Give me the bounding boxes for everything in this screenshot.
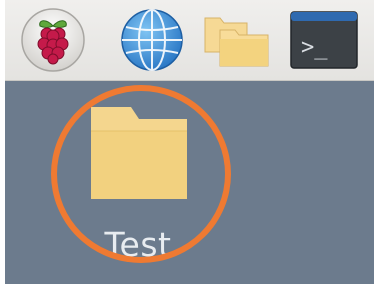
file-manager-launcher[interactable] bbox=[201, 6, 273, 74]
file-manager-folders-icon bbox=[204, 17, 269, 67]
terminal-prompt-glyph: >_ bbox=[301, 35, 328, 60]
folder-icon bbox=[91, 107, 187, 199]
taskbar: >_ bbox=[5, 0, 374, 81]
terminal-launcher[interactable]: >_ bbox=[288, 6, 360, 74]
menu-button[interactable] bbox=[17, 6, 89, 74]
raspberry-menu-icon bbox=[21, 8, 85, 72]
web-browser-launcher[interactable] bbox=[117, 6, 187, 74]
terminal-icon: >_ bbox=[290, 11, 358, 69]
globe-icon bbox=[121, 9, 183, 71]
desktop: Test bbox=[5, 81, 374, 284]
screen-frame: >_ Test bbox=[5, 0, 374, 284]
desktop-folder-test[interactable]: Test bbox=[73, 95, 203, 265]
folder-label: Test bbox=[104, 225, 172, 264]
